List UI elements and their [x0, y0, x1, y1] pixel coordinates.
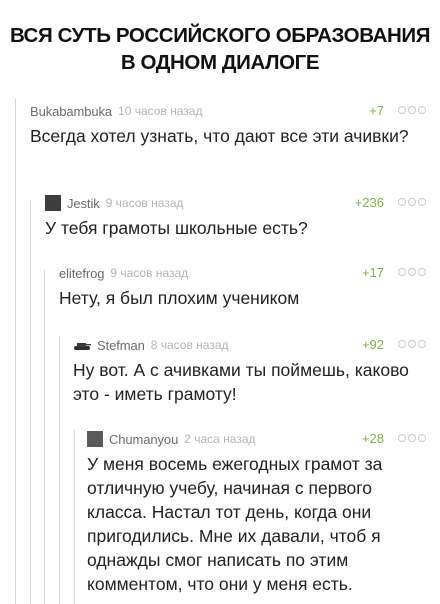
comment-time[interactable]: 10 часов назад	[118, 104, 202, 118]
comment: elitefrog 9 часов назад +17 Нету, я был …	[59, 262, 426, 310]
comment-meta: Stefman 8 часов назад +92	[73, 334, 426, 356]
thread-branch-line	[59, 336, 60, 604]
comment-rating: +28	[361, 431, 384, 446]
comment-meta: Chumanyou 2 часа назад +28	[87, 428, 426, 450]
comment-rating: +92	[361, 337, 384, 352]
comment-text: Ну вот. А с ачивками ты поймешь, каково …	[73, 360, 409, 404]
comment-text: Нету, я был плохим учеником	[59, 288, 300, 308]
more-dots-icon[interactable]	[398, 434, 426, 442]
comment: Chumanyou 2 часа назад +28 У меня восемь…	[87, 428, 426, 596]
more-dots-icon[interactable]	[398, 268, 426, 276]
title-line-1: ВСЯ СУТЬ РОССИЙСКОГО ОБРАЗОВАНИЯ	[9, 24, 431, 47]
user-avatar[interactable]	[87, 431, 103, 447]
comment-rating: +17	[361, 265, 384, 280]
comment-time[interactable]: 8 часов назад	[151, 338, 229, 352]
comment-text: Всегда хотел узнать, что дают все эти ач…	[30, 126, 409, 146]
more-dots-icon[interactable]	[398, 106, 426, 114]
comment-rating: +7	[369, 103, 384, 118]
comment: Jestik 9 часов назад +236 У тебя грамоты…	[45, 192, 426, 240]
comment: Stefman 8 часов назад +92 Ну вот. А с ач…	[73, 334, 426, 406]
user-avatar[interactable]	[45, 195, 61, 211]
comment-author[interactable]: Bukabambuka	[30, 104, 112, 119]
comment-author[interactable]: Chumanyou	[109, 432, 178, 447]
comment-time[interactable]: 9 часов назад	[110, 266, 188, 280]
page-title: ВСЯ СУТЬ РОССИЙСКОГО ОБРАЗОВАНИЯ В ОДНОМ…	[0, 22, 440, 76]
thread-branch-line	[44, 270, 45, 604]
more-dots-icon[interactable]	[398, 340, 426, 348]
comment-thread: Bukabambuka 10 часов назад +7 Всегда хот…	[0, 90, 440, 604]
tank-icon[interactable]	[73, 339, 91, 351]
comment-meta: Bukabambuka 10 часов назад +7	[30, 100, 426, 122]
comment-rating: +236	[354, 195, 384, 210]
thread-branch-line	[30, 200, 31, 604]
comment-meta: elitefrog 9 часов назад +17	[59, 262, 426, 284]
comment: Bukabambuka 10 часов назад +7 Всегда хот…	[30, 100, 426, 148]
comment-text: У меня восемь ежегодных грамот за отличн…	[87, 454, 383, 594]
title-line-2: В ОДНОМ ДИАЛОГЕ	[120, 51, 320, 74]
thread-branch-line	[15, 98, 16, 604]
comment-author[interactable]: elitefrog	[59, 266, 104, 281]
comment-author[interactable]: Jestik	[67, 196, 100, 211]
more-dots-icon[interactable]	[398, 198, 426, 206]
comment-time[interactable]: 2 часа назад	[184, 432, 255, 446]
comment-text: У тебя грамоты школьные есть?	[45, 218, 308, 238]
comment-meta: Jestik 9 часов назад +236	[45, 192, 426, 214]
comment-author[interactable]: Stefman	[97, 338, 145, 353]
thread-branch-line	[74, 430, 75, 604]
comment-time[interactable]: 9 часов назад	[106, 196, 184, 210]
